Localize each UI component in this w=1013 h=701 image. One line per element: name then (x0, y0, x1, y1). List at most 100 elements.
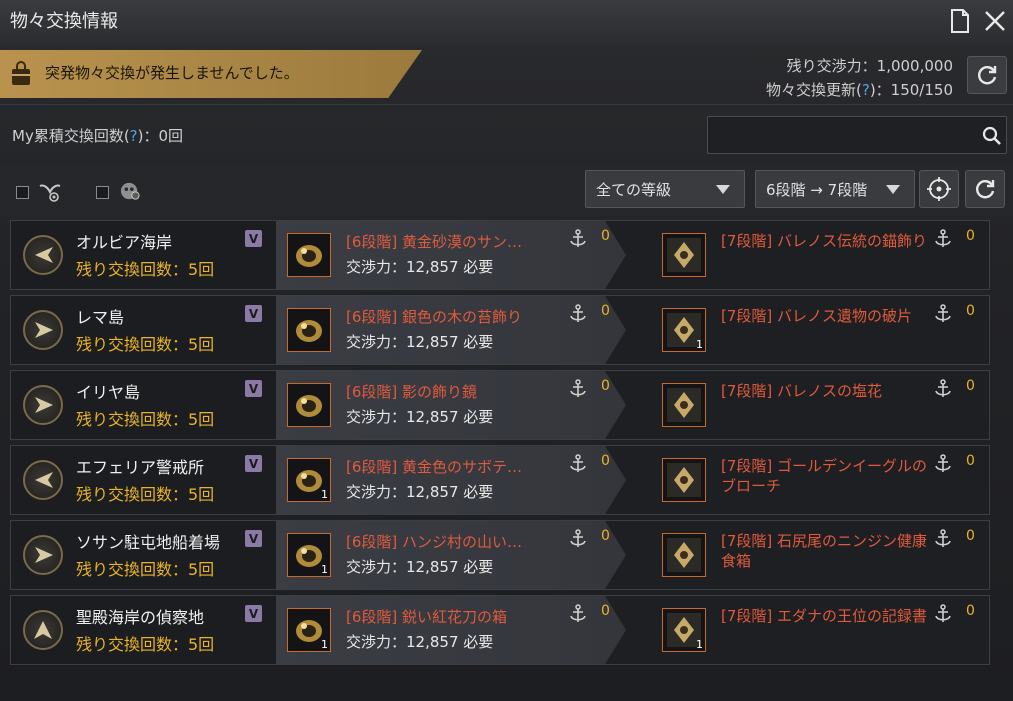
arrow-glyph (34, 621, 52, 639)
give-item-quantity: 1 (321, 638, 328, 651)
barter-row[interactable]: ソサン駐屯地船着場 残り交換回数：5回 V 1 [6段階] ハンジ村の山い… 交… (10, 520, 990, 590)
give-item-icon[interactable] (287, 383, 331, 427)
vessel-badge: V (245, 305, 262, 322)
chevron-down-icon (716, 185, 730, 194)
get-item-name[interactable]: [7段階] バレノスの塩花 (721, 381, 936, 401)
anchor-icon (570, 454, 586, 472)
remaining-power: 残り交渉力：1,000,000 (786, 57, 953, 75)
direction-arrow-icon[interactable] (23, 235, 63, 275)
anchor-icon (935, 304, 951, 322)
give-item-name[interactable]: [6段階] 黄金色のサボテ… (346, 456, 522, 477)
get-anchor-count: 0 (966, 528, 975, 544)
get-anchor-count: 0 (966, 378, 975, 394)
locate-icon (927, 177, 951, 201)
search-input[interactable] (716, 125, 966, 145)
direction-arrow-icon[interactable] (23, 535, 63, 575)
tier-dropdown[interactable]: 6段階 → 7段階 (755, 170, 915, 208)
get-item-name[interactable]: [7段階] バレノス伝統の錨飾り (721, 231, 936, 251)
give-item-cost: 交渉力：12,857 必要 (346, 333, 494, 351)
get-item-name[interactable]: [7段階] 石尻尾のニンジン健康食箱 (721, 531, 936, 571)
barter-row[interactable]: レマ島 残り交換回数：5回 V [6段階] 銀色の木の苔飾り 交渉力：12,85… (10, 295, 990, 365)
location-name: ソサン駐屯地船着場 (76, 533, 221, 552)
give-item-icon[interactable]: 1 (287, 458, 331, 502)
give-item-icon[interactable] (287, 233, 331, 277)
give-item-cost: 交渉力：12,857 必要 (346, 558, 494, 576)
barter-refresh-button[interactable] (967, 56, 1007, 94)
give-item-art (296, 245, 322, 267)
search-box (707, 116, 1007, 154)
filter-bar: 全ての等級 6段階 → 7段階 (0, 164, 1013, 216)
give-item-name[interactable]: [6段階] 影の飾り鏡 (346, 381, 477, 402)
close-icon[interactable] (982, 8, 1008, 34)
location-name: エフェリア警戒所 (76, 458, 205, 477)
barter-row[interactable]: オルビア海岸 残り交換回数：5回 V [6段階] 黄金砂漠のサン… 交渉力：12… (10, 220, 990, 290)
barter-row[interactable]: エフェリア警戒所 残り交換回数：5回 V 1 [6段階] 黄金色のサボテ… 交渉… (10, 445, 990, 515)
remaining-trades: 残り交換回数：5回 (76, 260, 215, 279)
reset-filter-button[interactable] (965, 170, 1005, 208)
get-item-icon[interactable] (662, 533, 706, 577)
give-anchor-count: 0 (601, 303, 610, 319)
give-item-name[interactable]: [6段階] 銀色の木の苔飾り (346, 306, 522, 327)
location-name: オルビア海岸 (76, 233, 173, 252)
get-item-icon[interactable]: 1 (662, 308, 706, 352)
get-item-art (667, 388, 701, 422)
give-anchor-count: 0 (601, 378, 610, 394)
give-anchor-count: 0 (601, 528, 610, 544)
give-item-name[interactable]: [6段階] 鋭い紅花刀の箱 (346, 606, 507, 627)
tier-dropdown-label: 6段階 → 7段階 (766, 181, 868, 199)
remaining-trades: 残り交換回数：5回 (76, 560, 215, 579)
location-name: 聖殿海岸の偵察地 (76, 608, 205, 627)
grade-dropdown-label: 全ての等級 (596, 181, 672, 199)
remaining-trades: 残り交換回数：5回 (76, 485, 215, 504)
direction-arrow-icon[interactable] (23, 310, 63, 350)
get-item-name[interactable]: [7段階] エダナの王位の記録書 (721, 606, 936, 626)
give-item-name[interactable]: [6段階] ハンジ村の山い… (346, 531, 522, 552)
bag-icon (12, 61, 30, 85)
anchor-icon (935, 604, 951, 622)
get-item-icon[interactable]: 1 (662, 608, 706, 652)
get-item-name[interactable]: [7段階] ゴールデンイーグルのブローチ (721, 456, 936, 496)
get-item-icon[interactable] (662, 458, 706, 502)
barter-window: 物々交換情報 突発物々交換が発生しませんでした。 残り交渉力：1,000,000… (0, 0, 1013, 701)
mycount-label: My累積交換回数( (12, 127, 130, 145)
give-item-icon[interactable]: 1 (287, 533, 331, 577)
filter-checkbox-1[interactable] (16, 186, 29, 199)
locate-button[interactable] (919, 170, 959, 208)
get-item-icon[interactable] (662, 383, 706, 427)
direction-arrow-icon[interactable] (23, 610, 63, 650)
give-item-icon[interactable] (287, 308, 331, 352)
get-anchor-count: 0 (966, 603, 975, 619)
give-item-name[interactable]: [6段階] 黄金砂漠のサン… (346, 231, 522, 252)
get-item-name[interactable]: [7段階] バレノス遺物の破片 (721, 306, 936, 326)
give-item-quantity: 1 (321, 563, 328, 576)
give-item-cost: 交渉力：12,857 必要 (346, 483, 494, 501)
give-item-icon[interactable]: 1 (287, 608, 331, 652)
chevron-down-icon (886, 185, 900, 194)
vessel-badge: V (245, 380, 262, 397)
get-item-art (667, 463, 701, 497)
vessel-badge: V (245, 530, 262, 547)
anchor-icon (935, 379, 951, 397)
barter-row[interactable]: イリヤ島 残り交換回数：5回 V [6段階] 影の飾り鏡 交渉力：12,857 … (10, 370, 990, 440)
refresh-help-link[interactable]: ? (862, 81, 870, 99)
document-icon[interactable] (950, 9, 970, 33)
get-item-quantity: 1 (696, 338, 703, 351)
get-item-icon[interactable] (662, 233, 706, 277)
anchor-icon (570, 529, 586, 547)
title-bar: 物々交換情報 (0, 0, 1013, 46)
remaining-trades: 残り交換回数：5回 (76, 410, 215, 429)
anchor-icon (570, 304, 586, 322)
anchor-icon (935, 454, 951, 472)
remaining-trades: 残り交換回数：5回 (76, 635, 215, 654)
get-anchor-count: 0 (966, 453, 975, 469)
direction-arrow-icon[interactable] (23, 460, 63, 500)
get-anchor-count: 0 (966, 228, 975, 244)
barter-row[interactable]: 聖殿海岸の偵察地 残り交換回数：5回 V 1 [6段階] 鋭い紅花刀の箱 交渉力… (10, 595, 990, 665)
grade-dropdown[interactable]: 全ての等級 (585, 170, 745, 208)
search-icon[interactable] (982, 126, 1002, 146)
direction-arrow-icon[interactable] (23, 385, 63, 425)
anchor-icon (570, 229, 586, 247)
mycount-help-link[interactable]: ? (130, 127, 138, 145)
filter-checkbox-2[interactable] (96, 186, 109, 199)
mycount-value: )：0回 (137, 127, 184, 145)
